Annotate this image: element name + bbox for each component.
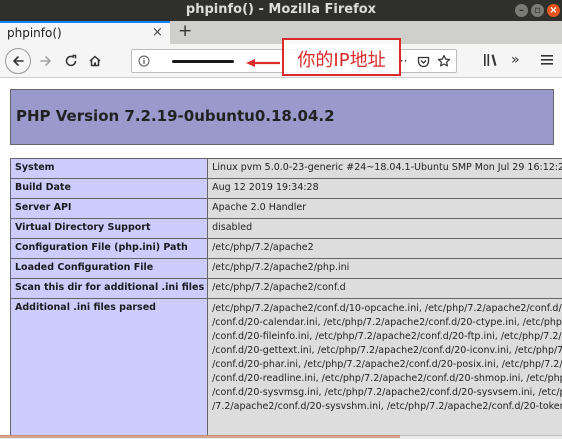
row-key: System	[9, 158, 209, 179]
row-value: Linux pvm 5.0.0-23-generic #24~18.04.1-U…	[207, 158, 562, 179]
ini-file-line: /conf.d/20-readline.ini, /etc/php/7.2/ap…	[212, 373, 562, 384]
pocket-icon[interactable]	[417, 55, 430, 68]
tab-strip: phpinfo() × +	[0, 21, 562, 44]
ip-annotation-label: 你的IP地址	[297, 50, 386, 71]
new-tab-button[interactable]: +	[178, 21, 192, 41]
close-icon[interactable]: ×	[547, 4, 560, 17]
ini-file-line: /7.2/apache2/conf.d/20-sysvshm.ini, /etc…	[212, 401, 562, 412]
row-value: /etc/php/7.2/apache2/conf.d	[207, 278, 562, 299]
overflow-menu-button[interactable]: »	[511, 52, 520, 68]
hamburger-menu-icon[interactable]	[541, 54, 553, 66]
table-row: Loaded Configuration File /etc/php/7.2/a…	[9, 258, 562, 279]
ini-file-line: /conf.d/20-calendar.ini, /etc/php/7.2/ap…	[212, 317, 562, 328]
ini-file-line: /etc/php/7.2/apache2/conf.d/10-opcache.i…	[212, 303, 562, 314]
library-icon[interactable]	[483, 53, 498, 67]
row-value: Aug 12 2019 19:34:28	[207, 178, 562, 199]
navigation-toolbar: ··· »	[0, 44, 562, 78]
bottom-accent	[0, 435, 400, 438]
row-value: /etc/php/7.2/apache2/conf.d/10-opcache.i…	[207, 298, 562, 435]
annotation-arrow	[246, 59, 280, 67]
row-value: disabled	[207, 218, 562, 239]
tab-close-icon[interactable]: ×	[152, 25, 163, 40]
row-key: Scan this dir for additional .ini files	[9, 278, 209, 299]
reload-icon	[65, 54, 77, 67]
home-button[interactable]	[82, 48, 108, 74]
table-row: Additional .ini files parsed /etc/php/7.…	[9, 298, 562, 435]
table-row: System Linux pvm 5.0.0-23-generic #24~18…	[9, 158, 562, 179]
ini-file-line: /conf.d/20-fileinfo.ini, /etc/php/7.2/ap…	[212, 331, 562, 342]
ini-file-line: /conf.d/20-gettext.ini, /etc/php/7.2/apa…	[212, 345, 562, 356]
minimize-icon[interactable]: –	[515, 4, 528, 17]
row-value: /etc/php/7.2/apache2	[207, 238, 562, 259]
table-row: Build Date Aug 12 2019 19:34:28	[9, 178, 562, 199]
row-key: Loaded Configuration File	[9, 258, 209, 279]
table-row: Virtual Directory Support disabled	[9, 218, 562, 239]
row-value: Apache 2.0 Handler	[207, 198, 562, 219]
php-version-banner: PHP Version 7.2.19-0ubuntu0.18.04.2	[10, 89, 554, 145]
row-key: Configuration File (php.ini) Path	[9, 238, 209, 259]
row-value: /etc/php/7.2/apache2/php.ini	[207, 258, 562, 279]
row-key: Build Date	[9, 178, 209, 199]
ini-file-line: /conf.d/20-phar.ini, /etc/php/7.2/apache…	[212, 359, 562, 370]
back-button[interactable]	[5, 48, 31, 74]
window-title-bar: phpinfo() - Mozilla Firefox – ▫ ×	[0, 0, 562, 21]
arrow-left-icon	[13, 56, 24, 66]
table-row: Scan this dir for additional .ini files …	[9, 278, 562, 299]
redacted-url	[172, 60, 234, 63]
row-key: Server API	[9, 198, 209, 219]
row-key: Virtual Directory Support	[9, 218, 209, 239]
tab-label: phpinfo()	[7, 26, 62, 40]
ip-annotation-box: 你的IP地址	[282, 38, 401, 76]
php-info-table: System Linux pvm 5.0.0-23-generic #24~18…	[9, 158, 562, 435]
table-row: Server API Apache 2.0 Handler	[9, 198, 562, 219]
bookmark-star-icon[interactable]	[437, 54, 451, 68]
page-content: PHP Version 7.2.19-0ubuntu0.18.04.2 Syst…	[0, 79, 562, 435]
row-key: Additional .ini files parsed	[9, 298, 209, 435]
info-icon[interactable]	[138, 55, 150, 67]
php-version-heading: PHP Version 7.2.19-0ubuntu0.18.04.2	[16, 107, 335, 125]
maximize-icon[interactable]: ▫	[531, 4, 544, 17]
forward-button[interactable]	[33, 48, 59, 74]
ini-file-line: /conf.d/20-sysvmsg.ini, /etc/php/7.2/apa…	[212, 387, 562, 398]
home-icon	[89, 55, 101, 67]
window-title: phpinfo() - Mozilla Firefox	[185, 2, 377, 17]
table-row: Configuration File (php.ini) Path /etc/p…	[9, 238, 562, 259]
tab-phpinfo[interactable]: phpinfo() ×	[0, 21, 170, 44]
reload-button[interactable]	[58, 48, 84, 74]
arrow-right-icon	[40, 56, 51, 66]
